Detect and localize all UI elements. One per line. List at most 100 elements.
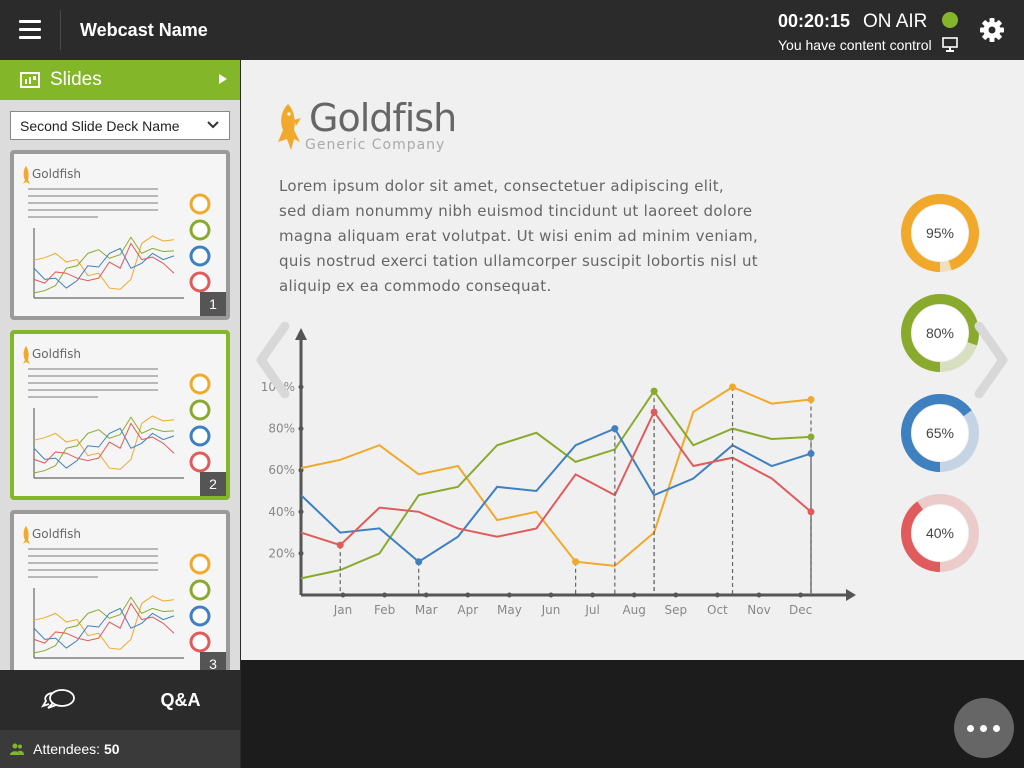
mini-text-line	[28, 202, 158, 204]
mini-gauge	[189, 605, 211, 627]
data-point	[336, 541, 344, 549]
mini-text-line	[28, 195, 158, 197]
x-tick-label: Jun	[541, 603, 561, 617]
qa-button[interactable]: Q&A	[121, 672, 240, 728]
slides-label: Slides	[50, 69, 102, 90]
mini-text-line	[28, 368, 158, 370]
slides-header[interactable]: Slides	[0, 60, 240, 100]
slide-deck-select[interactable]: Second Slide Deck Name	[10, 111, 230, 140]
y-axis-arrow	[295, 328, 307, 340]
mini-series	[33, 236, 175, 294]
data-point	[650, 408, 658, 416]
slide-thumbnail-2[interactable]: Goldfish 2	[10, 330, 230, 500]
x-tick	[506, 592, 512, 598]
data-point	[611, 425, 619, 433]
y-tick	[298, 384, 304, 390]
mini-text-line	[28, 375, 158, 377]
mini-text-line	[28, 209, 158, 211]
attendees-bar: Attendees: 50	[0, 730, 240, 768]
y-tick-label: 60%	[268, 463, 295, 477]
mini-logo	[23, 166, 30, 184]
body-line: Lorem ipsum dolor sit amet, consectetuer…	[279, 177, 724, 195]
mini-series	[33, 242, 175, 284]
slide-thumbnail-preview: Goldfish	[23, 526, 211, 659]
content-control-text: You have content control	[778, 37, 932, 53]
mini-text-line	[28, 389, 158, 391]
x-tick	[756, 592, 762, 598]
hamburger-icon[interactable]	[19, 20, 41, 40]
mini-series	[33, 602, 175, 644]
gauge-label: 95%	[926, 225, 954, 241]
gauge-label: 40%	[926, 525, 954, 541]
mini-gauge	[189, 553, 211, 575]
x-tick-label: Sep	[664, 603, 687, 617]
x-tick	[548, 592, 554, 598]
series-line-0	[300, 385, 812, 567]
body-line: magna aliquam erat volutpat. Ut wisi eni…	[279, 227, 759, 245]
mini-gauge	[189, 373, 211, 395]
gauge-40: 40%	[901, 494, 979, 572]
mini-text-line	[28, 396, 98, 398]
attendees-label: Attendees:	[33, 741, 101, 757]
x-tick	[714, 592, 720, 598]
x-axis-arrow	[846, 589, 856, 601]
goldfish-logo-icon	[278, 104, 301, 150]
mini-series	[33, 416, 175, 474]
play-arrow-icon[interactable]	[219, 74, 227, 84]
monitor-icon[interactable]	[942, 37, 958, 53]
mini-series	[33, 235, 175, 290]
mini-gauge	[189, 425, 211, 447]
y-tick-label: 80%	[268, 422, 295, 436]
slides-icon	[20, 72, 40, 88]
slide-brand: Goldfish	[309, 96, 457, 140]
slides-sidebar: Slides Second Slide Deck Name Goldfish 1…	[0, 60, 240, 670]
gauge-label: 80%	[926, 325, 954, 341]
slide-thumbnail-preview: Goldfish	[23, 166, 211, 299]
mini-series	[33, 422, 175, 464]
x-tick	[798, 592, 804, 598]
gauge-95: 95%	[901, 194, 979, 272]
data-point	[807, 450, 815, 458]
previous-slide-icon[interactable]	[255, 322, 295, 398]
y-tick	[298, 426, 304, 432]
x-tick	[340, 592, 346, 598]
line-chart: 20%40%60%80%100%Jan Feb Mar Apr May Jun Jul Aug…	[261, 328, 856, 617]
y-tick-label: 40%	[268, 505, 295, 519]
x-tick	[423, 592, 429, 598]
mini-gauge	[189, 579, 211, 601]
gauge-label: 65%	[926, 425, 954, 441]
slide-thumbnail-3[interactable]: Goldfish 3	[10, 510, 230, 670]
mini-brand: Goldfish	[32, 527, 81, 541]
people-icon	[10, 743, 24, 755]
mini-gauge	[189, 245, 211, 267]
x-tick-label: Apr	[457, 603, 478, 617]
stage-footer	[241, 660, 1024, 768]
attendees-count: 50	[103, 741, 120, 757]
gauge-65: 65%	[901, 394, 979, 472]
body-line: quis nostrud exerci tation ullamcorper s…	[279, 252, 758, 270]
x-tick	[465, 592, 471, 598]
data-point	[807, 508, 815, 516]
x-tick-label: May	[497, 603, 522, 617]
slide-thumbnail-preview: Goldfish	[23, 346, 211, 479]
chat-button[interactable]	[0, 672, 119, 728]
mini-text-line	[28, 555, 158, 557]
gear-icon[interactable]	[978, 16, 1006, 44]
slide-number: 2	[200, 472, 226, 496]
on-air-status: ON AIR	[863, 11, 928, 32]
slide-body-text: Lorem ipsum dolor sit amet, consectetuer…	[279, 174, 799, 299]
slide-thumbnail-1[interactable]: Goldfish 1	[10, 150, 230, 320]
data-point	[415, 558, 423, 566]
webcast-title: Webcast Name	[80, 20, 208, 40]
body-line: aliquip ex ea commodo consequat.	[279, 277, 552, 295]
slide-deck-name: Second Slide Deck Name	[20, 118, 180, 134]
chat-bubbles-icon	[40, 689, 75, 709]
mini-gauge	[189, 631, 211, 653]
more-dots-icon[interactable]	[954, 698, 1014, 758]
slide-number: 1	[200, 292, 226, 316]
mini-logo	[23, 526, 30, 544]
next-slide-icon[interactable]	[969, 322, 1009, 398]
mini-logo	[23, 346, 30, 364]
mini-series	[33, 596, 175, 654]
y-tick	[298, 550, 304, 556]
